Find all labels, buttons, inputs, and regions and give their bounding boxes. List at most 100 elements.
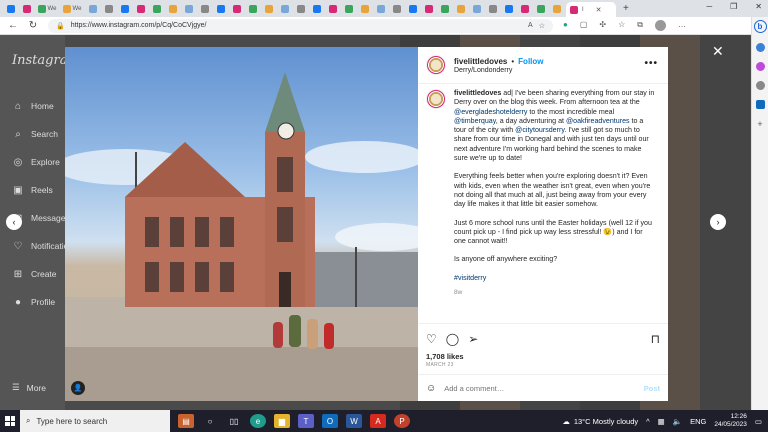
- like-heart-icon[interactable]: ♡: [426, 332, 437, 346]
- browser-tab[interactable]: [118, 3, 131, 15]
- tools-icon[interactable]: [755, 62, 765, 71]
- address-bar[interactable]: 🔒 https://www.instagram.com/p/Cq/CoCVjgy…: [48, 18, 553, 33]
- more-menu-item[interactable]: ☰ More: [12, 382, 46, 393]
- favorites-icon[interactable]: ☆: [618, 20, 625, 31]
- mention-link[interactable]: @citytoursderry: [515, 126, 564, 134]
- author-avatar[interactable]: [426, 55, 446, 75]
- caption-username[interactable]: fivelittledoves: [454, 89, 501, 97]
- browser-tab[interactable]: [102, 3, 115, 15]
- browser-tab[interactable]: [4, 3, 17, 15]
- mention-link[interactable]: @oakfireadventures: [566, 117, 630, 125]
- weather-widget[interactable]: ☁ 13°C Mostly cloudy: [562, 417, 638, 426]
- settings-more-icon[interactable]: …: [678, 20, 686, 31]
- tray-chevron-icon[interactable]: ^: [646, 417, 650, 426]
- browser-tab[interactable]: [438, 3, 451, 15]
- browser-tab[interactable]: [550, 3, 563, 15]
- add-sidebar-icon[interactable]: +: [757, 119, 762, 129]
- file-explorer-icon[interactable]: ▆: [274, 414, 290, 428]
- browser-tab[interactable]: We: [36, 3, 58, 15]
- browser-tab[interactable]: [486, 3, 499, 15]
- games-icon[interactable]: [755, 81, 765, 90]
- notifications-icon[interactable]: ▭: [755, 417, 762, 426]
- browser-tab[interactable]: [20, 3, 33, 15]
- browser-tab[interactable]: [262, 3, 275, 15]
- browser-tab[interactable]: [390, 3, 403, 15]
- post-location[interactable]: Derry/Londonderry: [454, 67, 544, 74]
- browser-tab[interactable]: [182, 3, 195, 15]
- caption-avatar[interactable]: [426, 89, 446, 109]
- browser-tab[interactable]: [294, 3, 307, 15]
- browser-tab[interactable]: [326, 3, 339, 15]
- browser-tab[interactable]: [422, 3, 435, 15]
- comment-bubble-icon[interactable]: ◯: [446, 332, 459, 346]
- word-icon[interactable]: W: [346, 414, 362, 428]
- outlook-taskbar-icon[interactable]: O: [322, 414, 338, 428]
- taskbar-search[interactable]: ⌕ Type here to search: [20, 410, 170, 432]
- comment-input[interactable]: [444, 384, 636, 393]
- browser-tab[interactable]: [534, 3, 547, 15]
- browser-tab[interactable]: [310, 3, 323, 15]
- volume-icon[interactable]: 🔈: [673, 417, 682, 426]
- start-button[interactable]: [0, 410, 20, 432]
- close-modal-icon[interactable]: ✕: [712, 43, 724, 60]
- browser-tab[interactable]: [230, 3, 243, 15]
- browser-tab[interactable]: [454, 3, 467, 15]
- next-post-icon[interactable]: ›: [710, 214, 726, 230]
- previous-post-icon[interactable]: ‹: [6, 214, 22, 230]
- language-indicator[interactable]: ENG: [690, 417, 706, 426]
- browser-tab[interactable]: [406, 3, 419, 15]
- outlook-icon[interactable]: [755, 100, 765, 109]
- browser-tab[interactable]: [214, 3, 227, 15]
- clock[interactable]: 12:26 24/05/2023: [714, 413, 747, 429]
- browser-tab[interactable]: [358, 3, 371, 15]
- teams-icon[interactable]: T: [298, 414, 314, 428]
- browser-tab[interactable]: [166, 3, 179, 15]
- refresh-icon[interactable]: ↻: [28, 20, 38, 31]
- network-icon[interactable]: ▦: [658, 417, 665, 426]
- more-options-icon[interactable]: •••: [644, 58, 658, 69]
- browser-tab[interactable]: [342, 3, 355, 15]
- share-send-icon[interactable]: ➢: [468, 332, 478, 346]
- new-tab-button[interactable]: +: [623, 3, 629, 14]
- browser-tab[interactable]: [374, 3, 387, 15]
- task-view-icon[interactable]: ▯▯: [226, 414, 242, 428]
- favorite-star-icon[interactable]: ☆: [539, 22, 545, 30]
- post-photo[interactable]: 👤: [65, 47, 418, 401]
- browser-tab[interactable]: [86, 3, 99, 15]
- profile-avatar[interactable]: [655, 20, 666, 31]
- browser-tab[interactable]: [150, 3, 163, 15]
- browser-tab[interactable]: [134, 3, 147, 15]
- extension-icon[interactable]: ●: [563, 20, 568, 31]
- author-username[interactable]: fivelittledoves: [454, 57, 507, 66]
- taskbar-app-shop-icon[interactable]: ▤: [178, 414, 194, 428]
- search-sidebar-icon[interactable]: [755, 43, 765, 52]
- minimize-icon[interactable]: ─: [706, 2, 712, 11]
- browser-tab[interactable]: [502, 3, 515, 15]
- likes-count[interactable]: 1,708 likes: [426, 352, 464, 361]
- tagged-users-icon[interactable]: 👤: [71, 381, 85, 395]
- acrobat-icon[interactable]: A: [370, 414, 386, 428]
- read-aloud-icon[interactable]: A: [528, 22, 533, 30]
- browser-tab[interactable]: We: [61, 3, 83, 15]
- mention-link[interactable]: @evergladeshotelderry: [454, 108, 527, 116]
- post-comment-button[interactable]: Post: [644, 384, 660, 393]
- tab-active[interactable]: I ✕: [566, 2, 616, 17]
- split-screen-icon[interactable]: ▢: [580, 20, 588, 31]
- browser-tab[interactable]: [278, 3, 291, 15]
- browser-tab[interactable]: [518, 3, 531, 15]
- browser-tab[interactable]: [470, 3, 483, 15]
- follow-button[interactable]: Follow: [518, 57, 543, 66]
- app-icon[interactable]: P: [394, 414, 410, 428]
- back-icon[interactable]: ←: [8, 20, 18, 31]
- hashtag-link[interactable]: #visitderry: [454, 274, 656, 283]
- collections-icon[interactable]: ⧉: [637, 20, 643, 31]
- browser-tab[interactable]: [198, 3, 211, 15]
- browser-tab[interactable]: [246, 3, 259, 15]
- search-circle-icon[interactable]: ○: [202, 414, 218, 428]
- maximize-icon[interactable]: ❐: [730, 2, 737, 11]
- save-bookmark-icon[interactable]: ⊓: [651, 332, 660, 346]
- edge-browser-icon[interactable]: e: [250, 414, 266, 428]
- emoji-icon[interactable]: ☺: [426, 383, 436, 394]
- tab-close-icon[interactable]: ✕: [596, 6, 602, 14]
- close-window-icon[interactable]: ✕: [755, 2, 762, 11]
